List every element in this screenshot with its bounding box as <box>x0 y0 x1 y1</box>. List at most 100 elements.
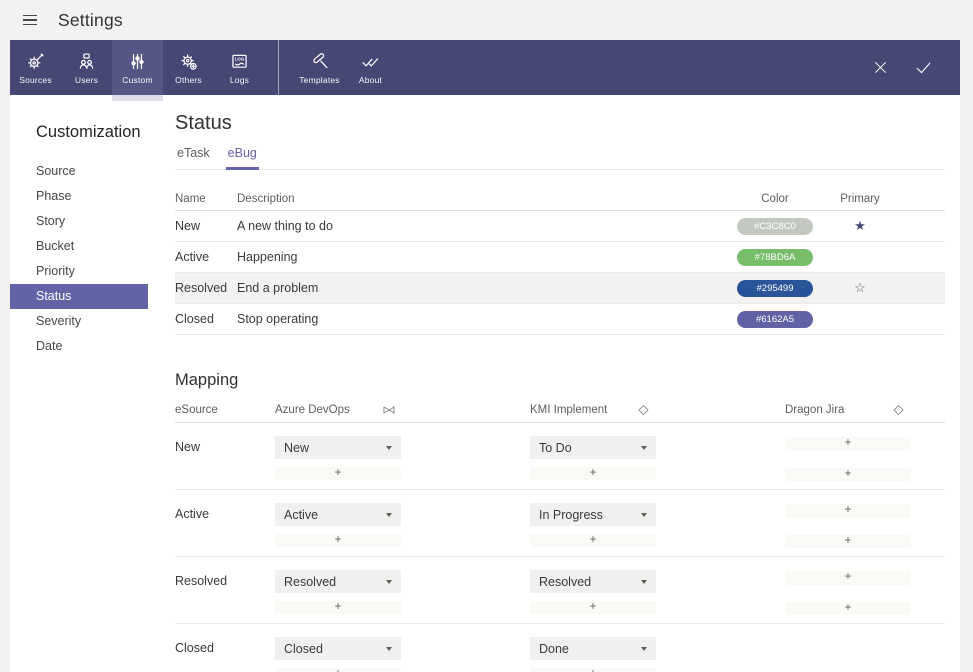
toolbar-actions <box>872 40 960 95</box>
azure-status-dropdown[interactable]: Closed <box>275 637 401 660</box>
toolbar-item-label: Logs <box>230 75 249 85</box>
kmi-status-dropdown[interactable]: In Progress <box>530 503 656 526</box>
users-icon <box>76 51 97 72</box>
mapping-esource-label: New <box>175 436 275 454</box>
sidebar-item-priority[interactable]: Priority <box>10 259 148 284</box>
toolbar-item-label: Custom <box>122 75 153 85</box>
toolbar: Sources Users Custom <box>10 40 960 95</box>
sidebar-item-date[interactable]: Date <box>10 334 148 359</box>
status-row-resolved[interactable]: Resolved End a problem #295499 ☆ <box>175 273 945 304</box>
add-mapping-button[interactable]: + <box>530 467 656 480</box>
menu-icon[interactable] <box>23 15 37 26</box>
toolbar-item-others[interactable]: Others <box>163 40 214 95</box>
primary-star-outline[interactable]: ☆ <box>853 280 867 296</box>
add-mapping-button[interactable]: + <box>530 601 656 614</box>
status-description: Happening <box>237 250 725 264</box>
add-mapping-button[interactable]: + <box>275 601 401 614</box>
color-badge[interactable]: #295499 <box>737 280 813 297</box>
sidebar-item-story[interactable]: Story <box>10 209 148 234</box>
toolbar-item-about[interactable]: About <box>345 40 396 95</box>
sidebar-item-status[interactable]: Status <box>10 284 148 309</box>
tab-ebug[interactable]: eBug <box>226 146 259 170</box>
add-mapping-button[interactable]: + <box>785 535 911 548</box>
primary-star-filled[interactable]: ★ <box>853 218 867 234</box>
content: Customization Source Phase Story Bucket … <box>10 95 960 672</box>
toolbar-item-users[interactable]: Users <box>61 40 112 95</box>
status-section-title: Status <box>175 112 945 135</box>
confirm-icon[interactable] <box>914 58 933 77</box>
color-badge[interactable]: #78BD6A <box>737 249 813 266</box>
status-name: Active <box>175 250 237 264</box>
color-badge[interactable]: #C3C8C0 <box>737 218 813 235</box>
azure-status-dropdown[interactable]: Resolved <box>275 570 401 593</box>
sidebar-item-phase[interactable]: Phase <box>10 184 148 209</box>
page-title: Settings <box>58 10 123 31</box>
add-mapping-button[interactable]: + <box>275 668 401 672</box>
status-row-active[interactable]: Active Happening #78BD6A <box>175 242 945 273</box>
chevron-down-icon <box>641 580 647 584</box>
kmi-status-dropdown[interactable]: Resolved <box>530 570 656 593</box>
add-mapping-button[interactable]: + <box>785 571 911 585</box>
add-mapping-button[interactable]: + <box>275 534 401 547</box>
mapping-esource-label: Active <box>175 503 275 521</box>
add-mapping-button[interactable]: + <box>785 437 911 451</box>
add-mapping-button[interactable]: + <box>785 602 911 615</box>
sidebar-item-severity[interactable]: Severity <box>10 309 148 334</box>
mapping-row-active: Active Active + In Progress + + <box>175 490 945 557</box>
mapping-row-resolved: Resolved Resolved + Resolved + <box>175 557 945 624</box>
toolbar-item-label: About <box>359 75 382 85</box>
sidebar-item-bucket[interactable]: Bucket <box>10 234 148 259</box>
add-mapping-button[interactable]: + <box>530 534 656 547</box>
status-description: End a problem <box>237 281 725 295</box>
chevron-down-icon <box>641 647 647 651</box>
col-header-description: Description <box>237 193 725 205</box>
chevron-down-icon <box>641 446 647 450</box>
color-badge[interactable]: #6162A5 <box>737 311 813 328</box>
toolbar-item-sources[interactable]: Sources <box>10 40 61 95</box>
tab-etask[interactable]: eTask <box>175 146 212 169</box>
toolbar-item-label: Others <box>175 75 202 85</box>
mapping-row-new: New New + To Do + + + <box>175 423 945 490</box>
diamond-icon <box>891 403 906 418</box>
status-name: Closed <box>175 312 237 326</box>
chevron-down-icon <box>386 513 392 517</box>
mapping-row-closed: Closed Closed + Done + <box>175 624 945 672</box>
toolbar-item-custom[interactable]: Custom <box>112 40 163 95</box>
kmi-status-dropdown[interactable]: To Do <box>530 436 656 459</box>
toolbar-item-label: Users <box>75 75 98 85</box>
azure-devops-icon <box>381 403 396 418</box>
col-header-azure-devops: Azure DevOps <box>275 404 350 416</box>
sources-icon <box>25 51 46 72</box>
status-row-new[interactable]: New A new thing to do #C3C8C0 ★ <box>175 211 945 242</box>
diamond-icon <box>636 403 651 418</box>
kmi-status-dropdown[interactable]: Done <box>530 637 656 660</box>
col-header-dragon-jira: Dragon Jira <box>785 404 844 416</box>
status-name: New <box>175 219 237 233</box>
sidebar-item-source[interactable]: Source <box>10 159 148 184</box>
status-table: Name Description Color Primary New A new… <box>175 188 945 335</box>
add-mapping-button[interactable]: + <box>275 467 401 480</box>
status-description: A new thing to do <box>237 219 725 233</box>
others-icon <box>178 51 199 72</box>
mapping-table-header: eSource Azure DevOps KMI Implement Drago… <box>175 398 945 423</box>
add-mapping-button[interactable]: + <box>785 468 911 481</box>
settings-page: Settings Sources Users <box>0 0 973 672</box>
sidebar-heading: Customization <box>36 123 160 142</box>
col-header-name: Name <box>175 193 237 205</box>
col-header-primary: Primary <box>825 193 895 205</box>
add-mapping-button[interactable]: + <box>530 668 656 672</box>
about-icon <box>360 51 381 72</box>
close-icon[interactable] <box>872 59 889 76</box>
chevron-down-icon <box>386 446 392 450</box>
status-name: Resolved <box>175 281 237 295</box>
toolbar-item-logs[interactable]: LOG Logs <box>214 40 265 95</box>
toolbar-divider <box>278 40 279 95</box>
toolbar-item-templates[interactable]: Templates <box>294 40 345 95</box>
mapping-esource-label: Closed <box>175 637 275 655</box>
status-row-closed[interactable]: Closed Stop operating #6162A5 <box>175 304 945 335</box>
mapping-esource-label: Resolved <box>175 570 275 588</box>
azure-status-dropdown[interactable]: Active <box>275 503 401 526</box>
azure-status-dropdown[interactable]: New <box>275 436 401 459</box>
logs-icon: LOG <box>229 51 250 72</box>
add-mapping-button[interactable]: + <box>785 504 911 518</box>
